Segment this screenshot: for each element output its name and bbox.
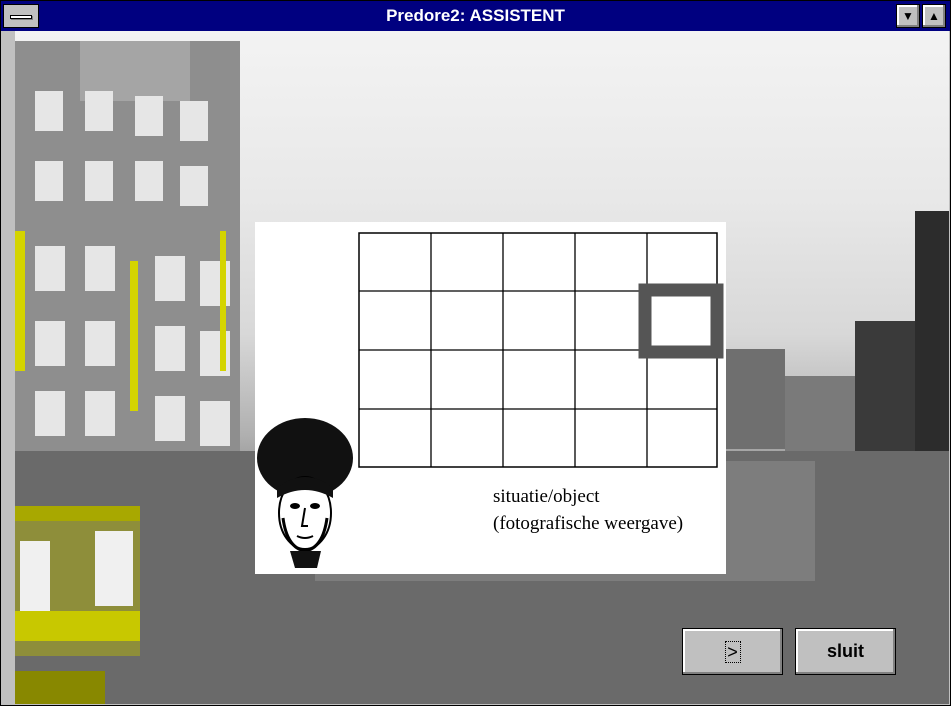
illustration-panel: situatie/object (fotografische weergave) [255,222,726,574]
highlighted-cell [638,283,724,359]
next-button[interactable]: > [682,628,783,675]
next-arrow-icon: > [724,641,741,664]
viewfinder-grid [358,232,724,468]
assistant-portrait-icon [257,418,353,568]
caption-line-1: situatie/object [493,486,600,507]
minimize-button[interactable]: ▼ [896,4,920,28]
caption: situatie/object (fotografische weergave) [493,483,683,537]
title-bar: Predore2: ASSISTENT ▼ ▲ [1,1,950,31]
close-button[interactable]: sluit [795,628,896,675]
maximize-button[interactable]: ▲ [922,4,946,28]
background-photo: situatie/object (fotografische weergave) [15,31,949,704]
window-title: Predore2: ASSISTENT [386,6,565,25]
assistant-window: Predore2: ASSISTENT ▼ ▲ situatie/object … [0,0,951,706]
caption-line-2: (fotografische weergave) [493,513,684,534]
